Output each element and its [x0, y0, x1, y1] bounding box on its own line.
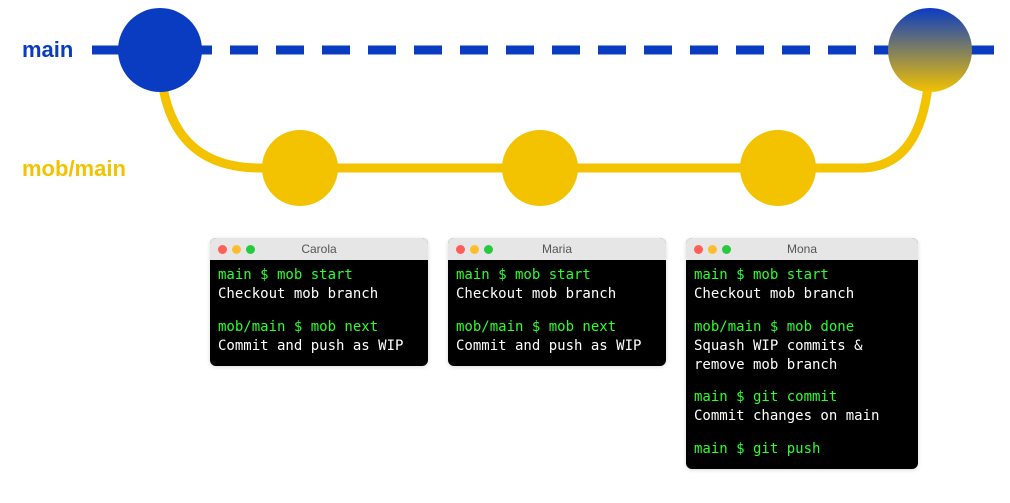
output-line: Checkout mob branch: [694, 285, 910, 304]
output-line: Squash WIP commits & remove mob branch: [694, 337, 910, 375]
blank-line: [694, 304, 910, 318]
output-line: Checkout mob branch: [218, 285, 420, 304]
blank-line: [694, 426, 910, 440]
minimize-icon: [232, 245, 241, 254]
command-line: main $ git commit: [694, 388, 910, 407]
terminal-carola: Carola main $ mob start Checkout mob bra…: [210, 238, 428, 366]
output-line: Commit and push as WIP: [218, 337, 420, 356]
zoom-icon: [246, 245, 255, 254]
minimize-icon: [708, 245, 717, 254]
command-line: mob/main $ mob next: [456, 318, 658, 337]
close-icon: [456, 245, 465, 254]
close-icon: [218, 245, 227, 254]
zoom-icon: [722, 245, 731, 254]
commit-main-start: [118, 8, 202, 92]
terminal-mona: Mona main $ mob start Checkout mob branc…: [686, 238, 918, 469]
output-line: Commit changes on main: [694, 407, 910, 426]
commit-mob-3: [740, 130, 816, 206]
commit-mob-1: [262, 130, 338, 206]
blank-line: [218, 304, 420, 318]
window-controls: [456, 245, 493, 254]
command-line: main $ mob start: [694, 266, 910, 285]
terminal-titlebar: Mona: [686, 238, 918, 260]
terminals-row: Carola main $ mob start Checkout mob bra…: [210, 238, 918, 469]
command-line: main $ mob start: [456, 266, 658, 285]
terminal-titlebar: Carola: [210, 238, 428, 260]
git-graph: [0, 0, 1010, 220]
blank-line: [456, 304, 658, 318]
commit-merge: [888, 8, 972, 92]
terminal-titlebar: Maria: [448, 238, 666, 260]
window-controls: [694, 245, 731, 254]
minimize-icon: [470, 245, 479, 254]
terminal-body: main $ mob start Checkout mob branch mob…: [448, 260, 666, 366]
terminal-maria: Maria main $ mob start Checkout mob bran…: [448, 238, 666, 366]
output-line: Commit and push as WIP: [456, 337, 658, 356]
close-icon: [694, 245, 703, 254]
command-line: mob/main $ mob next: [218, 318, 420, 337]
command-line: mob/main $ mob done: [694, 318, 910, 337]
blank-line: [694, 374, 910, 388]
window-controls: [218, 245, 255, 254]
zoom-icon: [484, 245, 493, 254]
commit-mob-2: [502, 130, 578, 206]
terminal-body: main $ mob start Checkout mob branch mob…: [686, 260, 918, 469]
terminal-body: main $ mob start Checkout mob branch mob…: [210, 260, 428, 366]
command-line: main $ mob start: [218, 266, 420, 285]
command-line: main $ git push: [694, 440, 910, 459]
output-line: Checkout mob branch: [456, 285, 658, 304]
